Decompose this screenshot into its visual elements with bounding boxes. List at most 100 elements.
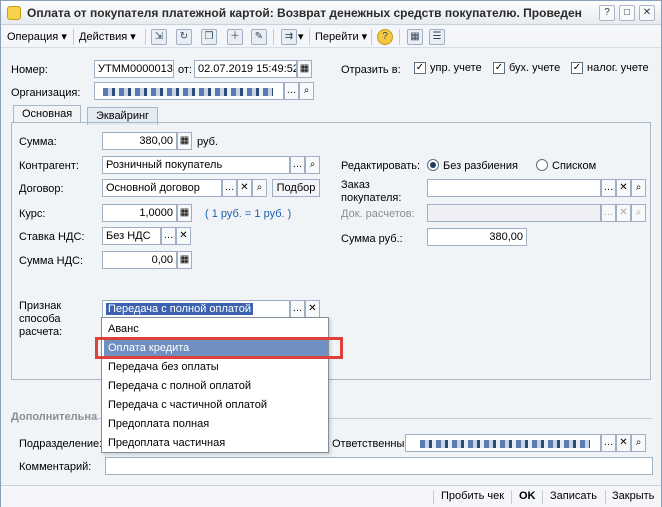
dogovor-label: Договор: bbox=[19, 183, 64, 195]
sum-label: Сумма: bbox=[19, 136, 57, 148]
sum-rub-field[interactable]: 380,00 bbox=[427, 228, 527, 246]
calendar-icon[interactable]: ▦ bbox=[297, 60, 312, 78]
payment-label-cont: способа bbox=[19, 313, 61, 325]
dropdown-item-transfer-partial-payment[interactable]: Передача с частичной оплатой bbox=[104, 396, 328, 414]
currency-label: руб. bbox=[197, 136, 218, 148]
radio-list[interactable] bbox=[536, 159, 548, 171]
clear-icon[interactable]: ✕ bbox=[616, 179, 631, 197]
select-icon: … bbox=[601, 204, 616, 222]
refresh-icon[interactable]: ↻ bbox=[176, 29, 192, 45]
order-field[interactable] bbox=[427, 179, 601, 197]
nds-rate-field[interactable]: Без НДС bbox=[102, 227, 161, 245]
search-icon[interactable]: ⌕ bbox=[299, 82, 314, 100]
dropdown-item-prepayment-full[interactable]: Предоплата полная bbox=[104, 415, 328, 433]
number-field[interactable]: УТММ0000013 bbox=[94, 60, 174, 78]
dropdown-item-prepayment-partial[interactable]: Предоплата частичная bbox=[104, 434, 328, 452]
grid-icon[interactable]: ▦ bbox=[407, 29, 423, 45]
document-icon bbox=[7, 6, 21, 20]
nalog-checkbox[interactable]: ✓ bbox=[571, 62, 583, 74]
clear-icon[interactable]: ✕ bbox=[176, 227, 191, 245]
select-icon[interactable]: … bbox=[601, 434, 616, 452]
select-icon[interactable]: … bbox=[161, 227, 176, 245]
search-icon[interactable]: ⌕ bbox=[631, 179, 646, 197]
operation-menu[interactable]: Операция ▾ bbox=[7, 29, 67, 45]
help-icon[interactable]: ? bbox=[377, 29, 393, 45]
clear-icon[interactable]: ✕ bbox=[237, 179, 252, 197]
close-button[interactable]: Закрыть bbox=[612, 490, 654, 502]
kurs-note: ( 1 руб. = 1 руб. ) bbox=[205, 208, 292, 220]
ok-button[interactable]: OK bbox=[519, 490, 536, 502]
doc-label: Док. расчетов: bbox=[341, 208, 415, 220]
calculator-icon[interactable]: ▦ bbox=[177, 204, 192, 222]
additional-section-header: Дополнительна bbox=[11, 411, 98, 423]
payment-label-cont2: расчета: bbox=[19, 326, 63, 338]
kurs-label: Курс: bbox=[19, 208, 46, 220]
radio-nosplit[interactable] bbox=[427, 159, 439, 171]
dogovor-field[interactable]: Основной договор bbox=[102, 179, 222, 197]
copy-icon[interactable]: ❐ bbox=[201, 29, 217, 45]
clear-icon[interactable]: ✕ bbox=[616, 434, 631, 452]
document-add-icon[interactable]: ＋ bbox=[227, 29, 243, 45]
select-icon[interactable]: … bbox=[284, 82, 299, 100]
save-button[interactable]: Записать bbox=[550, 490, 597, 502]
actions-menu[interactable]: Действия ▾ bbox=[79, 29, 136, 45]
redacted-text bbox=[420, 440, 590, 448]
organization-field[interactable] bbox=[94, 82, 284, 100]
structure-dropdown[interactable]: ▾ bbox=[298, 29, 304, 45]
bottom-bar: Пробить чек OK Записать Закрыть bbox=[1, 485, 661, 507]
print-check-button[interactable]: Пробить чек bbox=[441, 490, 504, 502]
close-icon[interactable]: ✕ bbox=[639, 5, 655, 21]
list-settings-icon[interactable]: ☰ bbox=[429, 29, 445, 45]
kontragent-label: Контрагент: bbox=[19, 160, 79, 172]
payment-method-field[interactable]: Передача с полной оплатой bbox=[102, 300, 290, 318]
dropdown-item-transfer-full-payment[interactable]: Передача с полной оплатой bbox=[104, 377, 328, 395]
window-title: Оплата от покупателя платежной картой: В… bbox=[27, 6, 582, 20]
search-icon: ⌕ bbox=[631, 204, 646, 222]
post-icon[interactable]: ⇲ bbox=[151, 29, 167, 45]
select-icon[interactable]: … bbox=[222, 179, 237, 197]
nds-sum-label: Сумма НДС: bbox=[19, 255, 84, 267]
sum-field[interactable]: 380,00 bbox=[102, 132, 177, 150]
edit-label: Редактировать: bbox=[341, 160, 421, 172]
structure-icon[interactable]: ⇉ bbox=[281, 29, 297, 45]
calculator-icon[interactable]: ▦ bbox=[177, 251, 192, 269]
upr-checkbox[interactable]: ✓ bbox=[414, 62, 426, 74]
comment-field[interactable] bbox=[105, 457, 653, 475]
nds-sum-field[interactable]: 0,00 bbox=[102, 251, 177, 269]
redacted-text bbox=[103, 88, 273, 96]
kontragent-field[interactable]: Розничный покупатель bbox=[102, 156, 290, 174]
responsible-label: Ответственны bbox=[332, 438, 405, 450]
dropdown-item-avans[interactable]: Аванс bbox=[104, 320, 328, 338]
clear-icon[interactable]: ✕ bbox=[305, 300, 320, 318]
dropdown-item-transfer-no-payment[interactable]: Передача без оплаты bbox=[104, 358, 328, 376]
toolbar: Операция ▾ Действия ▾ ⇲ ↻ ❐ ＋ ✎ ⇉ ▾ Пере… bbox=[1, 26, 661, 48]
buh-checkbox[interactable]: ✓ bbox=[493, 62, 505, 74]
calculator-icon[interactable]: ▦ bbox=[177, 132, 192, 150]
number-label: Номер: bbox=[11, 64, 48, 76]
kurs-field[interactable]: 1,0000 bbox=[102, 204, 177, 222]
select-icon[interactable]: … bbox=[290, 156, 305, 174]
search-icon[interactable]: ⌕ bbox=[631, 434, 646, 452]
title-bar: Оплата от покупателя платежной картой: В… bbox=[1, 1, 661, 25]
doc-field bbox=[427, 204, 601, 222]
maximize-icon[interactable]: □ bbox=[619, 5, 635, 21]
radio-list-label: Списком bbox=[552, 160, 597, 172]
date-field[interactable]: 02.07.2019 15:49:52 bbox=[194, 60, 297, 78]
search-icon[interactable]: ⌕ bbox=[252, 179, 267, 197]
search-icon[interactable]: ⌕ bbox=[305, 156, 320, 174]
document-edit-icon[interactable]: ✎ bbox=[251, 29, 267, 45]
document-window: Оплата от покупателя платежной картой: В… bbox=[0, 0, 662, 507]
select-icon[interactable]: … bbox=[290, 300, 305, 318]
responsible-field[interactable] bbox=[405, 434, 601, 452]
from-label: от: bbox=[178, 64, 192, 76]
select-icon[interactable]: … bbox=[601, 179, 616, 197]
sum-rub-label: Сумма руб.: bbox=[341, 233, 403, 245]
clear-icon: ✕ bbox=[616, 204, 631, 222]
upr-checkbox-label: упр. учете bbox=[430, 62, 482, 74]
buh-checkbox-label: бух. учете bbox=[509, 62, 561, 74]
help-icon[interactable]: ? bbox=[599, 5, 615, 21]
tab-main[interactable]: Основная bbox=[13, 105, 82, 123]
payment-label: Признак bbox=[19, 300, 62, 312]
podbor-button[interactable]: Подбор bbox=[272, 179, 320, 197]
goto-menu[interactable]: Перейти ▾ bbox=[315, 29, 367, 45]
